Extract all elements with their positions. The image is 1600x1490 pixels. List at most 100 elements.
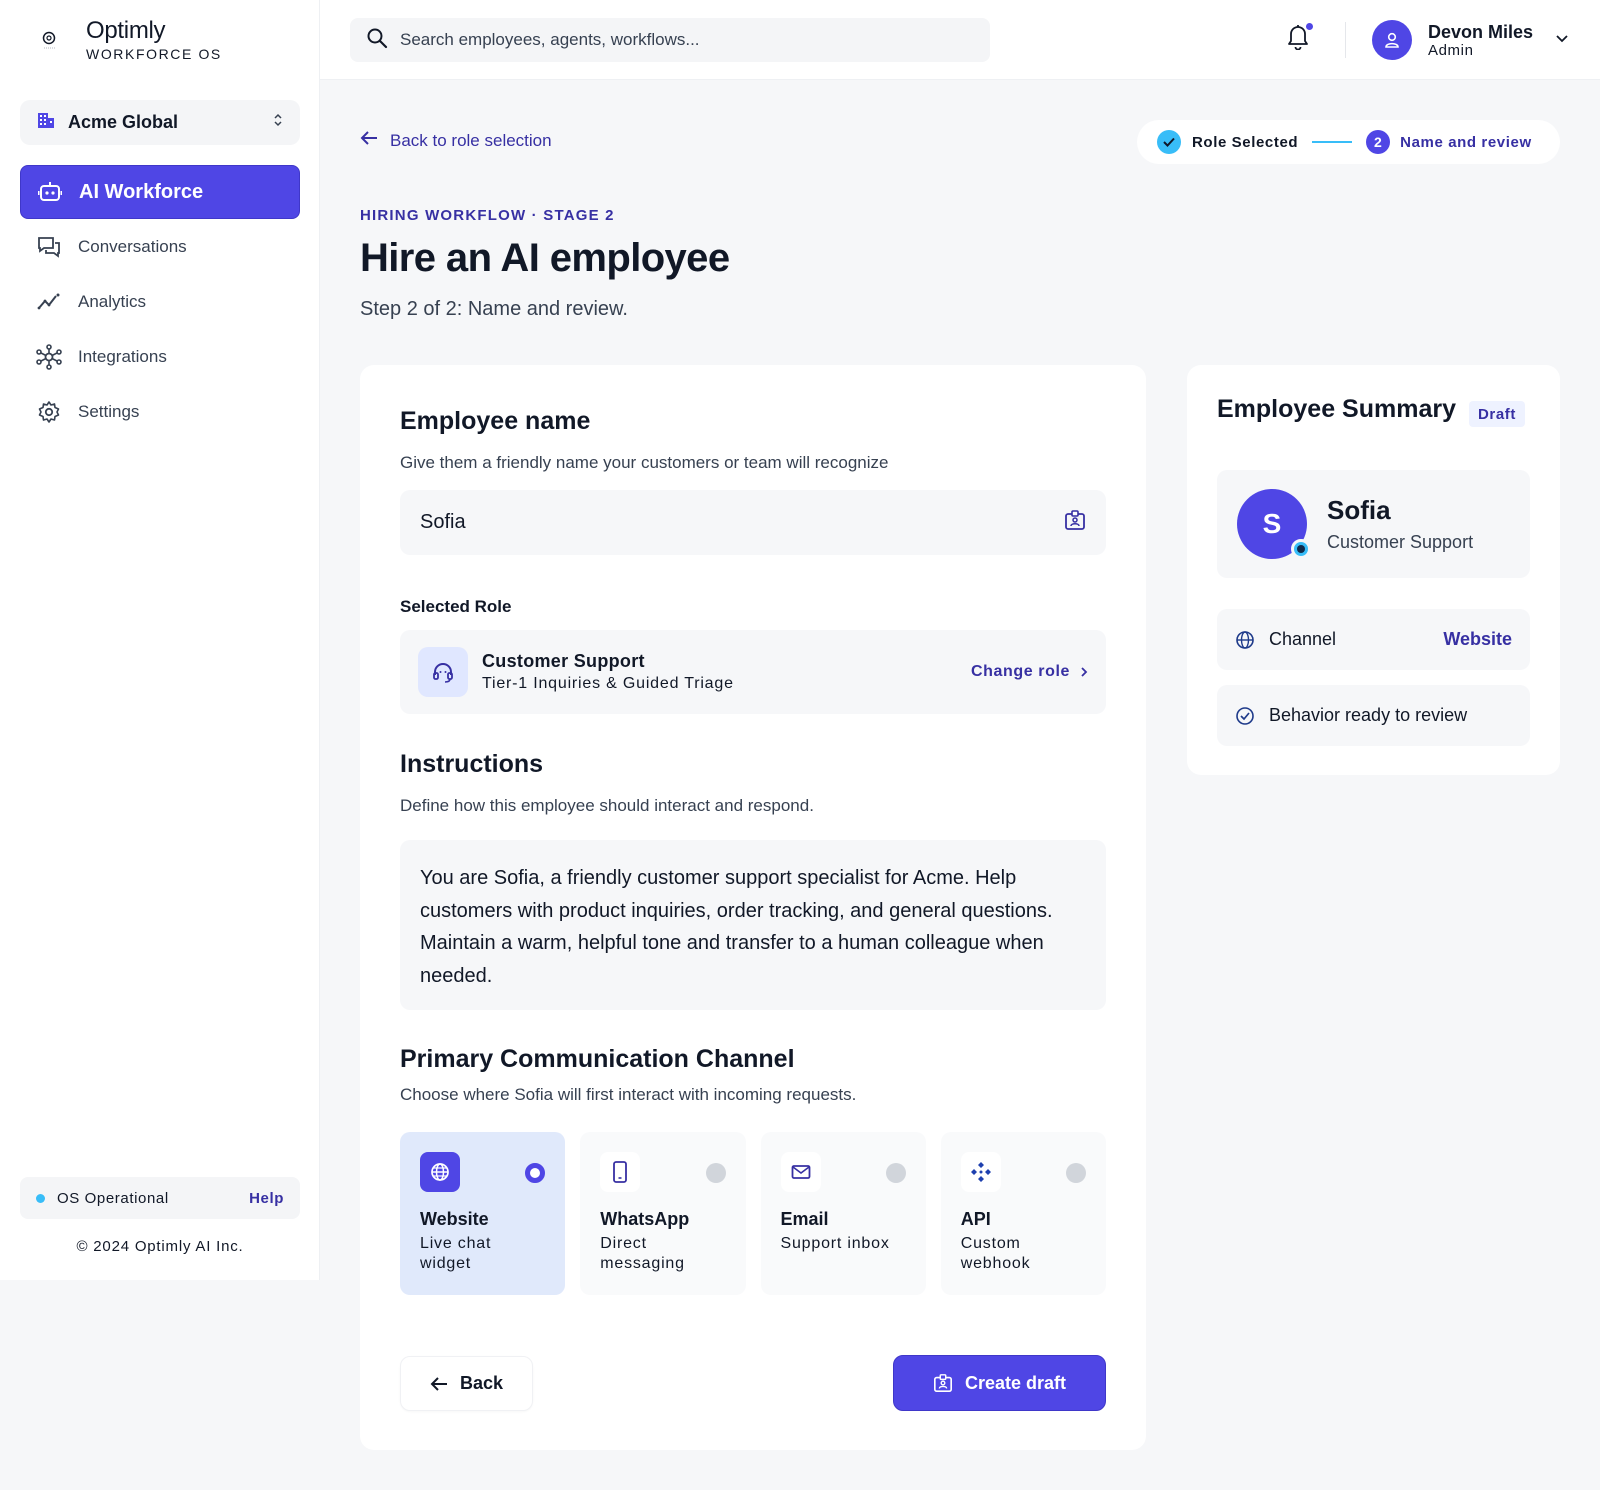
instructions-title: Instructions xyxy=(400,750,544,778)
radio-unselected[interactable] xyxy=(885,1163,906,1183)
logo-icon xyxy=(36,26,64,54)
updown-chevron-icon xyxy=(272,111,284,134)
radio-unselected[interactable] xyxy=(1066,1163,1086,1183)
phone-icon xyxy=(600,1152,641,1192)
back-link-label: Back to role selection xyxy=(390,130,552,150)
sidebar-item-label: Analytics xyxy=(78,292,147,311)
channel-option-email[interactable]: Email Support inbox xyxy=(760,1132,926,1295)
summary-name: Sofia xyxy=(1327,495,1391,525)
topbar-divider xyxy=(1345,22,1346,58)
employee-name-input[interactable] xyxy=(420,511,1064,534)
radio-unselected[interactable] xyxy=(705,1163,726,1183)
workflow-eyebrow: HIRING WORKFLOW · STAGE 2 xyxy=(360,207,615,224)
search-input[interactable] xyxy=(400,30,960,50)
globe-icon xyxy=(1236,630,1254,649)
channel-desc: Live chat widget xyxy=(420,1235,492,1272)
gear-icon xyxy=(36,399,62,425)
change-role-label: Change role xyxy=(970,663,1070,680)
building-icon xyxy=(36,110,56,135)
sidebar-item-settings[interactable]: Settings xyxy=(20,385,300,439)
headset-icon xyxy=(418,647,468,697)
channel-title: Primary Communication Channel xyxy=(400,1045,795,1073)
role-description: Tier-1 Inquiries & Guided Triage xyxy=(482,675,734,692)
back-to-role-selection-link[interactable]: Back to role selection xyxy=(360,130,552,151)
status-dot-icon xyxy=(36,1193,45,1203)
step-1-label: Role Selected xyxy=(1192,133,1299,151)
channel-options: Website Live chat widget WhatsApp Direct… xyxy=(400,1132,1106,1295)
status-label: OS Operational xyxy=(57,1189,169,1207)
notifications-button[interactable] xyxy=(1286,22,1314,54)
api-icon xyxy=(960,1152,1001,1192)
avatar xyxy=(1372,20,1412,60)
summary-channel-row: Channel Website xyxy=(1217,609,1530,670)
channel-name: Email xyxy=(780,1209,829,1229)
help-link[interactable]: Help xyxy=(249,1190,284,1207)
sidebar-item-label: Settings xyxy=(78,402,140,421)
chevron-down-icon xyxy=(1555,31,1569,49)
channel-description: Choose where Sofia will first interact w… xyxy=(400,1085,857,1104)
sidebar-item-label: Integrations xyxy=(78,347,167,366)
employee-name-field[interactable] xyxy=(400,490,1106,555)
channel-option-whatsapp[interactable]: WhatsApp Direct messaging xyxy=(580,1132,746,1295)
notification-badge xyxy=(1305,22,1314,31)
summary-profile: S Sofia Customer Support xyxy=(1217,470,1530,578)
change-role-button[interactable]: Change role xyxy=(971,663,1088,681)
summary-role: Customer Support xyxy=(1327,532,1474,552)
online-status-icon xyxy=(1291,539,1311,559)
hire-form-card: Employee name Give them a friendly name … xyxy=(360,365,1146,1450)
brand-name: Optimly xyxy=(86,17,166,44)
org-selector[interactable]: Acme Global xyxy=(20,100,300,145)
back-button-label: Back xyxy=(459,1373,504,1393)
channel-desc: Support inbox xyxy=(780,1235,890,1252)
radio-selected[interactable] xyxy=(525,1163,546,1183)
page-subtitle: Step 2 of 2: Name and review. xyxy=(360,298,628,320)
status-badge: Draft xyxy=(1469,401,1526,427)
summary-title: Employee Summary xyxy=(1217,395,1456,423)
employee-summary-card: Employee Summary Draft S Sofia Customer … xyxy=(1187,365,1560,775)
sidebar-item-analytics[interactable]: Analytics xyxy=(20,275,300,329)
channel-option-website[interactable]: Website Live chat widget xyxy=(400,1132,566,1295)
channel-label: Channel xyxy=(1269,629,1337,649)
selected-role-label: Selected Role xyxy=(400,597,512,616)
user-menu[interactable]: Devon Miles Admin xyxy=(1372,20,1569,60)
os-status: OS Operational Help xyxy=(20,1177,300,1219)
summary-behavior-row: Behavior ready to review xyxy=(1217,685,1530,746)
channel-name: API xyxy=(960,1209,991,1229)
sidebar-item-integrations[interactable]: Integrations xyxy=(20,330,300,384)
instructions-textarea[interactable]: You are Sofia, a friendly customer suppo… xyxy=(400,840,1106,1010)
brand-subtitle: WORKFORCE OS xyxy=(86,46,222,62)
robot-icon xyxy=(37,179,63,205)
selected-role-box: Customer Support Tier-1 Inquiries & Guid… xyxy=(400,630,1106,714)
integrations-icon xyxy=(36,344,62,370)
mail-icon xyxy=(780,1152,821,1192)
check-circle-icon xyxy=(1236,706,1254,725)
employee-name-title: Employee name xyxy=(400,407,591,435)
avatar-initial: S xyxy=(1262,508,1282,539)
globe-icon xyxy=(420,1152,460,1192)
sidebar-item-label: Conversations xyxy=(78,237,187,256)
employee-name-description: Give them a friendly name your customers… xyxy=(400,453,889,472)
analytics-icon xyxy=(36,289,62,315)
page-title: Hire an AI employee xyxy=(360,236,730,280)
sidebar-item-conversations[interactable]: Conversations xyxy=(20,220,300,274)
channel-desc: Custom webhook xyxy=(960,1235,1031,1272)
topbar: Devon Miles Admin xyxy=(320,0,1600,80)
search-bar[interactable] xyxy=(350,18,990,62)
create-draft-button[interactable]: Create draft xyxy=(893,1355,1106,1411)
user-role: Admin xyxy=(1428,41,1474,59)
instructions-description: Define how this employee should interact… xyxy=(400,796,814,815)
org-name: Acme Global xyxy=(68,112,179,132)
back-button[interactable]: Back xyxy=(400,1356,533,1411)
brand[interactable]: Optimly WORKFORCE OS xyxy=(36,18,222,62)
create-draft-label: Create draft xyxy=(964,1372,1067,1393)
stepper: Role Selected 2 Name and review xyxy=(1137,120,1560,164)
chevron-right-icon xyxy=(1081,667,1088,677)
user-name: Devon Miles xyxy=(1428,21,1534,42)
id-badge-icon xyxy=(1064,509,1086,536)
sidebar-item-ai-workforce[interactable]: AI Workforce xyxy=(20,165,300,219)
sidebar: Optimly WORKFORCE OS Acme Global AI Work… xyxy=(0,0,320,1280)
channel-option-api[interactable]: API Custom webhook xyxy=(940,1132,1106,1295)
behavior-label: Behavior ready to review xyxy=(1269,705,1468,725)
channel-name: Website xyxy=(420,1209,489,1229)
step-connector xyxy=(1312,141,1353,143)
